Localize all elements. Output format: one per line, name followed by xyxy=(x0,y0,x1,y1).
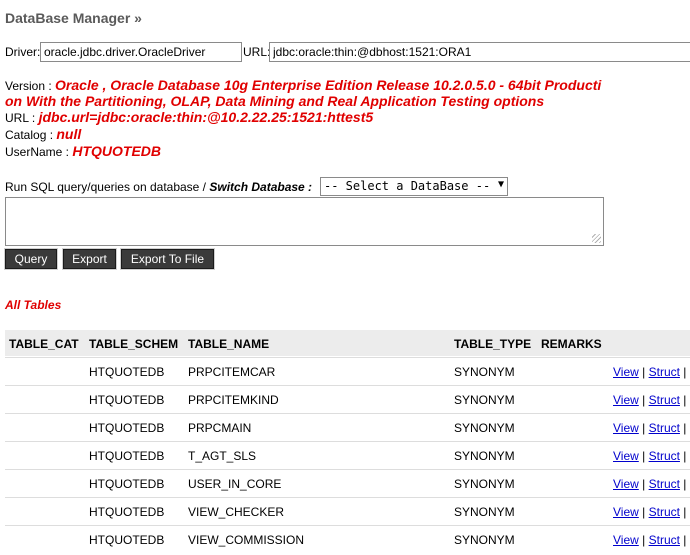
url-info: URL : jdbc.url=jdbc:oracle:thin:@10.2.22… xyxy=(5,109,373,127)
switch-database-label: Switch Database : xyxy=(209,180,313,194)
row-actions: View | Struct | xyxy=(613,505,686,519)
table-row: HTQUOTEDB PRPCITEMKIND SYNONYM View | Struc… xyxy=(5,385,690,413)
catalog-label: Catalog : xyxy=(5,128,54,142)
sql-prompt: Run SQL query/queries on database / Swit… xyxy=(5,180,312,194)
database-select[interactable]: -- Select a DataBase -- ▼ xyxy=(320,177,508,196)
link-separator: | xyxy=(683,365,687,379)
view-link[interactable]: View xyxy=(613,505,639,519)
table-cell-type: SYNONYM xyxy=(454,533,515,547)
page-title: DataBase Manager » xyxy=(5,10,142,26)
column-header: REMARKS xyxy=(541,337,602,351)
view-link[interactable]: View xyxy=(613,421,639,435)
struct-link[interactable]: Struct xyxy=(649,477,680,491)
all-tables-heading: All Tables xyxy=(5,298,62,312)
catalog-info: Catalog : null xyxy=(5,126,81,144)
url-label: URL: xyxy=(243,45,271,59)
table-cell-type: SYNONYM xyxy=(454,421,515,435)
catalog-value: null xyxy=(56,126,82,142)
chevron-down-icon: ▼ xyxy=(497,179,504,190)
row-actions: View | Struct | xyxy=(613,393,686,407)
table-cell-name: USER_IN_CORE xyxy=(188,477,282,491)
connection-row: Driver: URL: xyxy=(5,42,690,64)
table-row: HTQUOTEDB PRPCMAIN SYNONYM View | Struct | xyxy=(5,413,690,441)
version-value-1: Oracle , Oracle Database 10g Enterprise … xyxy=(55,77,602,93)
link-separator: | xyxy=(683,477,687,491)
link-separator: | xyxy=(642,365,646,379)
row-actions: View | Struct | xyxy=(613,421,686,435)
link-separator: | xyxy=(683,505,687,519)
column-header: TABLE_SCHEM xyxy=(89,337,179,351)
export-to-file-button[interactable]: Export To File xyxy=(120,248,215,270)
link-separator: | xyxy=(642,477,646,491)
sql-query-textarea[interactable] xyxy=(5,197,604,246)
link-separator: | xyxy=(642,449,646,463)
table-cell-schem: HTQUOTEDB xyxy=(89,505,165,519)
link-separator: | xyxy=(642,505,646,519)
url-info-label: URL : xyxy=(5,111,36,125)
link-separator: | xyxy=(642,533,646,547)
view-link[interactable]: View xyxy=(613,365,639,379)
table-row: HTQUOTEDB VIEW_COMMISSION SYNONYM View | St… xyxy=(5,525,690,553)
username-info: UserName : HTQUOTEDB xyxy=(5,143,161,161)
table-cell-schem: HTQUOTEDB xyxy=(89,477,165,491)
view-link[interactable]: View xyxy=(613,449,639,463)
struct-link[interactable]: Struct xyxy=(649,505,680,519)
export-button[interactable]: Export xyxy=(62,248,117,270)
table-cell-schem: HTQUOTEDB xyxy=(89,365,165,379)
table-cell-name: T_AGT_SLS xyxy=(188,449,257,463)
link-separator: | xyxy=(683,449,687,463)
table-cell-schem: HTQUOTEDB xyxy=(89,449,165,463)
view-link[interactable]: View xyxy=(613,533,639,547)
link-separator: | xyxy=(683,533,687,547)
link-separator: | xyxy=(683,421,687,435)
url-info-value: jdbc.url=jdbc:oracle:thin:@10.2.22.25:15… xyxy=(38,109,374,125)
row-actions: View | Struct | xyxy=(613,533,686,547)
table-cell-type: SYNONYM xyxy=(454,505,515,519)
table-row: HTQUOTEDB T_AGT_SLS SYNONYM View | Struct | xyxy=(5,441,690,469)
sql-prompt-text: Run SQL query/queries on database / xyxy=(5,180,210,194)
column-header: TABLE_TYPE xyxy=(454,337,532,351)
table-cell-type: SYNONYM xyxy=(454,393,515,407)
link-separator: | xyxy=(683,393,687,407)
column-header: TABLE_CAT xyxy=(9,337,79,351)
row-actions: View | Struct | xyxy=(613,365,686,379)
view-link[interactable]: View xyxy=(613,393,639,407)
table-row: HTQUOTEDB VIEW_CHECKER SYNONYM View | Struc… xyxy=(5,497,690,525)
row-actions: View | Struct | xyxy=(613,449,686,463)
struct-link[interactable]: Struct xyxy=(649,449,680,463)
table-cell-type: SYNONYM xyxy=(454,449,515,463)
table-cell-type: SYNONYM xyxy=(454,365,515,379)
row-actions: View | Struct | xyxy=(613,477,686,491)
username-label: UserName : xyxy=(5,145,70,159)
version-label: Version : xyxy=(5,79,52,93)
struct-link[interactable]: Struct xyxy=(649,365,680,379)
table-cell-name: PRPCITEMKIND xyxy=(188,393,279,407)
table-cell-schem: HTQUOTEDB xyxy=(89,393,165,407)
struct-link[interactable]: Struct xyxy=(649,533,680,547)
link-separator: | xyxy=(642,421,646,435)
table-cell-name: VIEW_CHECKER xyxy=(188,505,285,519)
driver-label: Driver: xyxy=(5,45,41,59)
url-input[interactable] xyxy=(269,42,690,62)
tables-header-row: TABLE_CAT TABLE_SCHEM TABLE_NAME TABLE_T… xyxy=(5,330,690,356)
view-link[interactable]: View xyxy=(613,477,639,491)
table-row: HTQUOTEDB USER_IN_CORE SYNONYM View | Struc… xyxy=(5,469,690,497)
table-cell-name: PRPCITEMCAR xyxy=(188,365,276,379)
table-cell-schem: HTQUOTEDB xyxy=(89,533,165,547)
username-value: HTQUOTEDB xyxy=(72,143,162,159)
column-header: TABLE_NAME xyxy=(188,337,270,351)
table-cell-type: SYNONYM xyxy=(454,477,515,491)
table-cell-schem: HTQUOTEDB xyxy=(89,421,165,435)
table-cell-name: PRPCMAIN xyxy=(188,421,252,435)
table-row: HTQUOTEDB PRPCITEMCAR SYNONYM View | Struct… xyxy=(5,357,690,385)
query-button[interactable]: Query xyxy=(4,248,58,270)
resize-handle-icon[interactable] xyxy=(592,234,601,243)
table-cell-name: VIEW_COMMISSION xyxy=(188,533,305,547)
struct-link[interactable]: Struct xyxy=(649,393,680,407)
database-select-value: -- Select a DataBase -- xyxy=(324,179,491,193)
version-value-2: on With the Partitioning, OLAP, Data Min… xyxy=(5,93,545,109)
struct-link[interactable]: Struct xyxy=(649,421,680,435)
link-separator: | xyxy=(642,393,646,407)
driver-input[interactable] xyxy=(40,42,242,62)
